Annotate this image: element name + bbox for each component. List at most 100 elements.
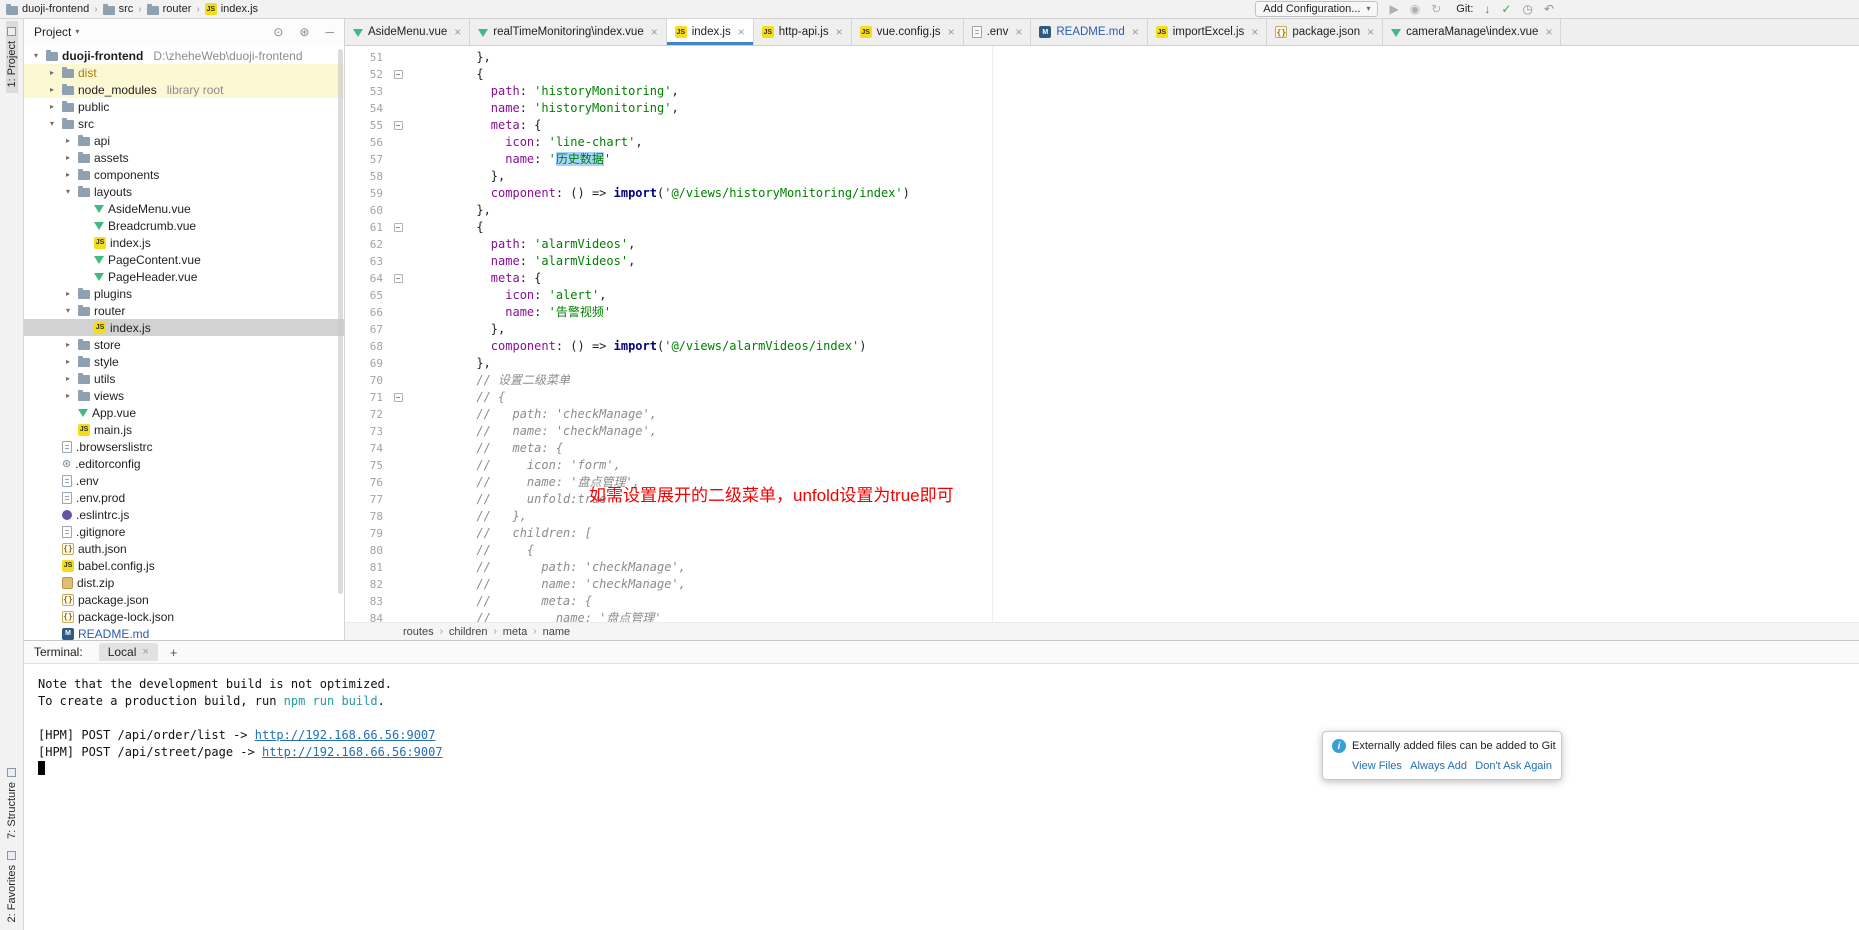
tree-row[interactable]: ▸api (24, 132, 344, 149)
line-number[interactable]: 58 (345, 168, 387, 185)
tree-row[interactable]: .env (24, 472, 344, 489)
chevron-down-icon[interactable]: ▾ (46, 120, 58, 128)
editor-tab[interactable]: AsideMenu.vue× (345, 19, 470, 45)
git-update-icon[interactable]: ↓ (1484, 3, 1490, 15)
chevron-right-icon[interactable]: ▸ (62, 137, 74, 145)
tree-row[interactable]: ▸public (24, 98, 344, 115)
debug-icon[interactable]: ◉ (1410, 3, 1420, 15)
line-number[interactable]: 79 (345, 525, 387, 542)
run-icon[interactable]: ▶ (1389, 3, 1398, 15)
tree-row[interactable]: MREADME.md (24, 625, 344, 640)
tree-row[interactable]: ▸views (24, 387, 344, 404)
tree-row[interactable]: AsideMenu.vue (24, 200, 344, 217)
chevron-right-icon[interactable]: ▸ (62, 392, 74, 400)
chevron-right-icon[interactable]: ▸ (62, 154, 74, 162)
new-terminal-button[interactable]: + (170, 645, 178, 660)
close-icon[interactable]: × (1545, 26, 1552, 38)
line-number[interactable]: 72 (345, 406, 387, 423)
line-number[interactable]: 77 (345, 491, 387, 508)
tree-row[interactable]: Breadcrumb.vue (24, 217, 344, 234)
tree-row[interactable]: ▸plugins (24, 285, 344, 302)
editor-tab[interactable]: realTimeMonitoring\index.vue× (470, 19, 666, 45)
tree-row[interactable]: ▾layouts (24, 183, 344, 200)
tree-row[interactable]: JSindex.js (24, 234, 344, 251)
terminal-tab-local[interactable]: Local × (99, 643, 158, 661)
chevron-down-icon[interactable]: ▾ (75, 28, 79, 36)
breadcrumb-segment[interactable]: router (147, 3, 192, 15)
line-number[interactable]: 74 (345, 440, 387, 457)
notification-action[interactable]: Always Add (1410, 760, 1467, 772)
breadcrumb-segment[interactable]: src (103, 3, 134, 15)
chevron-right-icon[interactable]: ▸ (62, 341, 74, 349)
editor-tab[interactable]: {}package.json× (1267, 19, 1383, 45)
line-number[interactable]: 56 (345, 134, 387, 151)
tree-row[interactable]: .env.prod (24, 489, 344, 506)
fold-collapse-icon[interactable]: − (394, 121, 403, 130)
close-icon[interactable]: × (142, 647, 148, 658)
line-number[interactable]: 78 (345, 508, 387, 525)
fold-collapse-icon[interactable]: − (394, 223, 403, 232)
line-number[interactable]: 82 (345, 576, 387, 593)
notification-action[interactable]: View Files (1352, 760, 1402, 772)
close-icon[interactable]: × (836, 26, 843, 38)
editor-tab[interactable]: JSimportExcel.js× (1148, 19, 1268, 45)
notification-action[interactable]: Don't Ask Again (1475, 760, 1552, 772)
breadcrumb-item[interactable]: meta (503, 626, 527, 638)
git-commit-icon[interactable]: ✓ (1501, 3, 1511, 15)
breadcrumb-segment[interactable]: duoji-frontend (6, 3, 89, 15)
tree-row[interactable]: ▾src (24, 115, 344, 132)
gear-icon[interactable]: ⊛ (299, 25, 309, 39)
line-number[interactable]: 73 (345, 423, 387, 440)
line-number[interactable]: 69 (345, 355, 387, 372)
terminal-link[interactable]: http://192.168.66.56:9007 (255, 728, 436, 742)
line-number[interactable]: 63 (345, 253, 387, 270)
chevron-right-icon[interactable]: ▸ (62, 358, 74, 366)
line-number[interactable]: 83 (345, 593, 387, 610)
editor-tab[interactable]: .env× (964, 19, 1032, 45)
tree-row[interactable]: ▸components (24, 166, 344, 183)
tree-row[interactable]: JSbabel.config.js (24, 557, 344, 574)
tree-row[interactable]: ▸dist (24, 64, 344, 81)
line-number[interactable]: 84 (345, 610, 387, 622)
line-number[interactable]: 53 (345, 83, 387, 100)
chevron-down-icon[interactable]: ▾ (62, 307, 74, 315)
line-number[interactable]: 57 (345, 151, 387, 168)
line-number[interactable]: 64 (345, 270, 387, 287)
tree-row[interactable]: .gitignore (24, 523, 344, 540)
tree-row[interactable]: ▸style (24, 353, 344, 370)
chevron-right-icon[interactable]: ▸ (62, 171, 74, 179)
editor-tab[interactable]: JShttp-api.js× (754, 19, 852, 45)
close-icon[interactable]: × (1015, 26, 1022, 38)
add-configuration-button[interactable]: Add Configuration... ▾ (1255, 1, 1378, 17)
line-number[interactable]: 71 (345, 389, 387, 406)
close-icon[interactable]: × (454, 26, 461, 38)
git-history-icon[interactable]: ◷ (1522, 3, 1532, 15)
breadcrumb-item[interactable]: children (449, 626, 488, 638)
git-revert-icon[interactable]: ↶ (1544, 3, 1554, 15)
line-number[interactable]: 60 (345, 202, 387, 219)
line-number[interactable]: 81 (345, 559, 387, 576)
line-number[interactable]: 70 (345, 372, 387, 389)
tree-row[interactable]: {}package.json (24, 591, 344, 608)
close-icon[interactable]: × (948, 26, 955, 38)
fold-collapse-icon[interactable]: − (394, 70, 403, 79)
tool-stripe-button[interactable]: 7: Structure (6, 762, 18, 845)
line-number[interactable]: 76 (345, 474, 387, 491)
line-number[interactable]: 59 (345, 185, 387, 202)
tree-row[interactable]: JSmain.js (24, 421, 344, 438)
tree-row[interactable]: JSindex.js (24, 319, 344, 336)
tool-stripe-button[interactable]: 2: Favorites (6, 845, 18, 928)
tree-row[interactable]: ▸store (24, 336, 344, 353)
terminal-link[interactable]: http://192.168.66.56:9007 (262, 745, 443, 759)
breadcrumb-item[interactable]: routes (403, 626, 434, 638)
editor-tab[interactable]: cameraManage\index.vue× (1383, 19, 1561, 45)
close-icon[interactable]: × (651, 26, 658, 38)
tree-row[interactable]: App.vue (24, 404, 344, 421)
tree-row[interactable]: ⊛.editorconfig (24, 455, 344, 472)
close-icon[interactable]: × (1251, 26, 1258, 38)
chevron-right-icon[interactable]: ▸ (46, 86, 58, 94)
close-icon[interactable]: × (1132, 26, 1139, 38)
project-panel-title[interactable]: Project (34, 25, 71, 39)
line-number[interactable]: 51 (345, 49, 387, 66)
line-number[interactable]: 68 (345, 338, 387, 355)
